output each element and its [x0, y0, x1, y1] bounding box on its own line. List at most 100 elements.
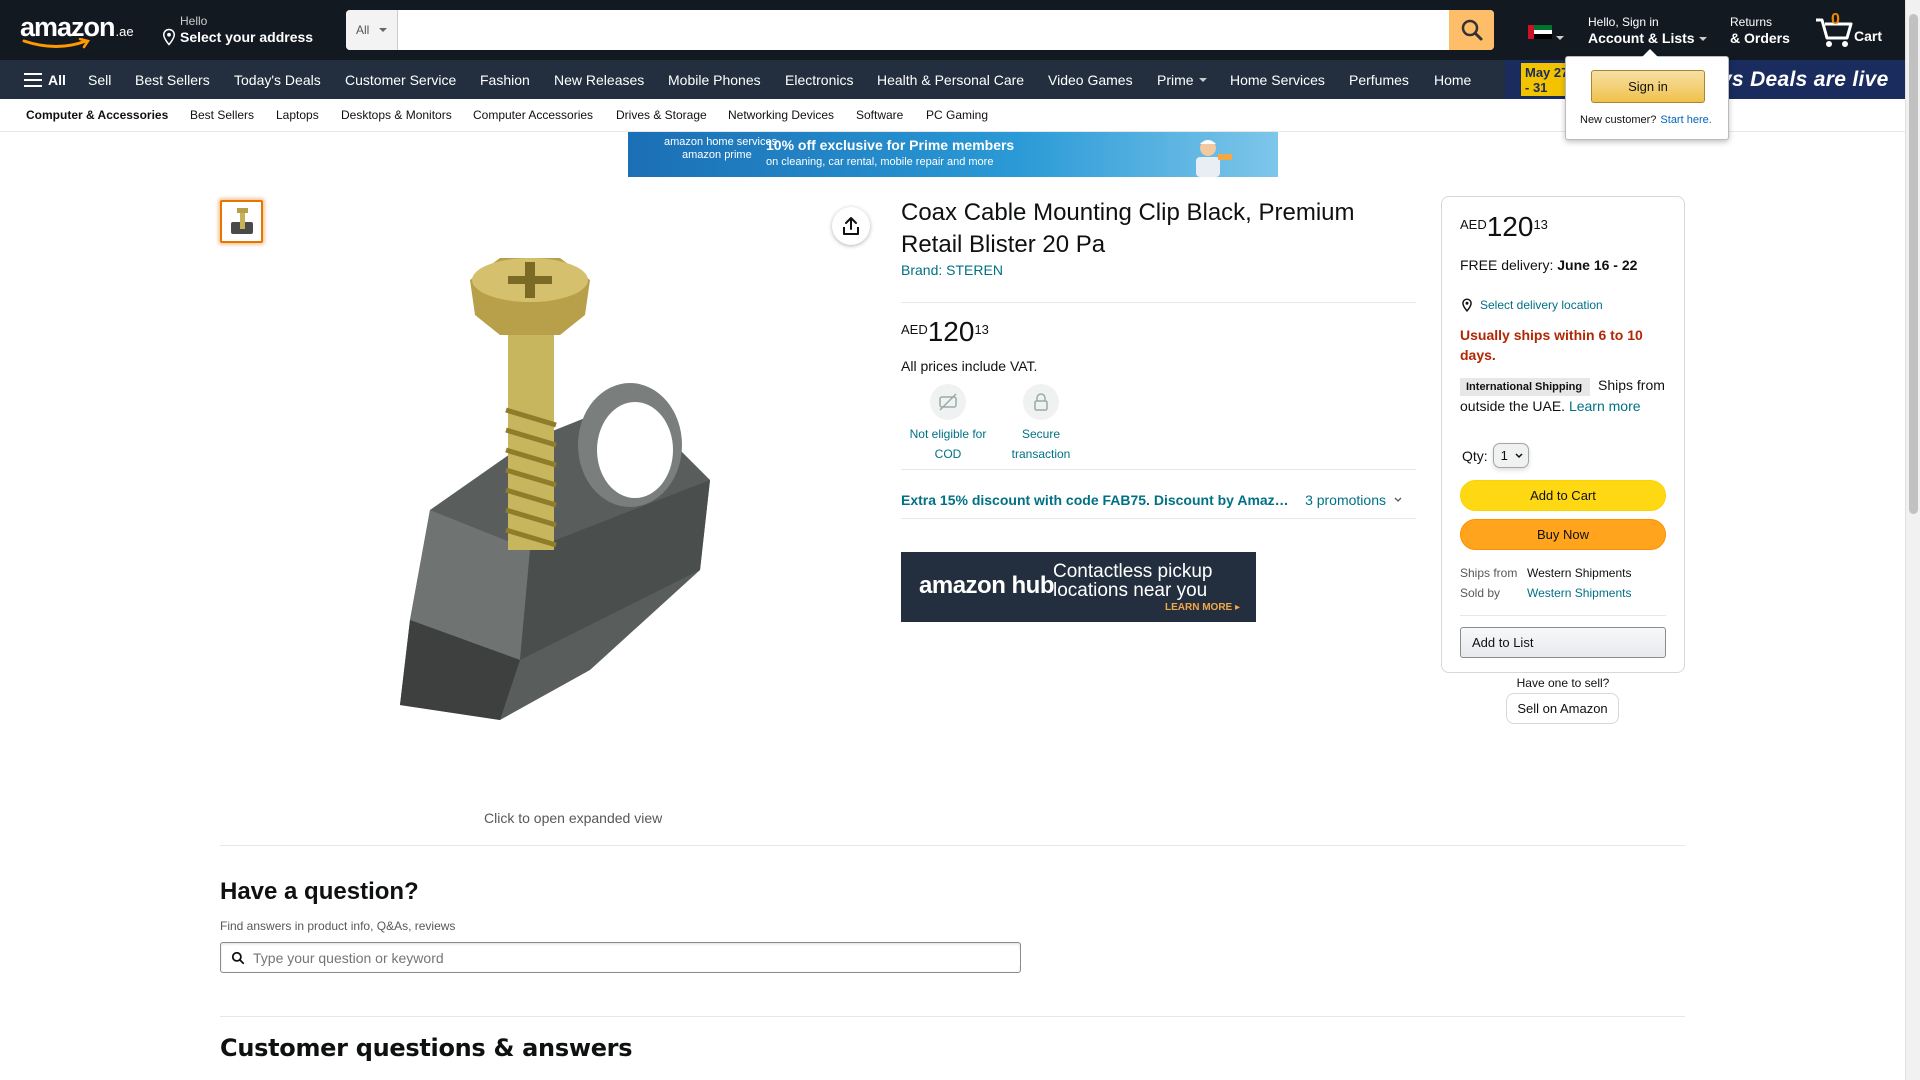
divider — [901, 518, 1416, 519]
divider — [901, 469, 1416, 470]
product-main-image[interactable] — [380, 250, 760, 750]
location-pin-icon — [162, 28, 176, 46]
subnav-item-laptops[interactable]: Laptops — [276, 99, 319, 131]
cart-count: 0 — [1831, 11, 1840, 28]
nav-item-mobile-phones[interactable]: Mobile Phones — [668, 60, 761, 99]
nav-item-new-releases[interactable]: New Releases — [554, 60, 644, 99]
product-title: Coax Cable Mounting Clip Black, Premium … — [901, 199, 1355, 258]
hub-brand: amazon hub — [919, 572, 1055, 599]
divider — [220, 1016, 1685, 1017]
start-here-link[interactable]: Start here. — [1660, 114, 1711, 126]
chevron-down-icon — [1198, 77, 1207, 82]
scrollbar-thumb[interactable] — [1909, 14, 1918, 514]
feature-not-cod-label: Not eligible for COD — [909, 427, 987, 461]
search-category-label: All — [356, 23, 370, 37]
nav-item-home[interactable]: Home — [1434, 60, 1471, 99]
subnav-item-pc-gaming[interactable]: PC Gaming — [926, 99, 988, 131]
all-menu-label: All — [48, 71, 66, 88]
sign-in-button[interactable]: Sign in — [1591, 70, 1705, 103]
nav-item-prime-label: Prime — [1157, 71, 1194, 88]
have-question-heading: Have a question? — [220, 878, 419, 905]
hamburger-icon — [24, 72, 42, 87]
account-greeting: Hello, Sign in — [1588, 15, 1659, 29]
promo-brand-line2: amazon prime — [682, 149, 752, 161]
feature-not-cod[interactable]: Not eligible for COD — [900, 384, 996, 464]
promotion-text[interactable]: Extra 15% discount with code FAB75. Disc… — [901, 492, 1291, 508]
search-button[interactable] — [1449, 10, 1494, 50]
nav-item-health[interactable]: Health & Personal Care — [877, 60, 1024, 99]
add-to-list-button[interactable]: Add to List — [1460, 627, 1666, 658]
no-cod-icon — [930, 384, 966, 420]
amazon-logo[interactable]: amazon.ae — [20, 12, 140, 49]
expand-view-text[interactable]: Click to open expanded view — [484, 810, 662, 826]
subnav-item-software[interactable]: Software — [856, 99, 903, 131]
chevron-down-icon — [1394, 497, 1402, 502]
account-lists[interactable]: Hello, Sign in Account & Lists — [1588, 15, 1707, 47]
add-to-cart-button[interactable]: Add to Cart — [1460, 480, 1666, 511]
home-services-banner[interactable]: amazon home services amazon prime 10% of… — [628, 132, 1278, 177]
subnav-item-computer-accessories[interactable]: Computer Accessories — [473, 99, 593, 131]
language-caret-icon[interactable] — [1556, 36, 1564, 40]
subnav-item-computer-accessories-home[interactable]: Computer & Accessories — [26, 99, 168, 131]
brand-link[interactable]: Brand: STEREN — [901, 262, 1003, 278]
delivery-address[interactable]: Hello Select your address — [160, 14, 313, 46]
all-menu-button[interactable]: All — [24, 60, 66, 99]
chevron-down-icon — [1515, 452, 1523, 458]
subnav-item-desktops-monitors[interactable]: Desktops & Monitors — [341, 99, 452, 131]
nav-item-video-games[interactable]: Video Games — [1048, 60, 1133, 99]
promotion-count: 3 promotions — [1305, 492, 1386, 508]
seller-link[interactable]: Western Shipments — [1527, 586, 1632, 600]
select-location-link[interactable]: Select delivery location — [1460, 298, 1603, 312]
quantity-label: Qty: — [1462, 447, 1488, 464]
nav-item-todays-deals[interactable]: Today's Deals — [234, 60, 321, 99]
amazon-hub-banner[interactable]: amazon hub Contactless pickup locations … — [901, 552, 1256, 622]
learn-more-link[interactable]: Learn more — [1569, 398, 1641, 414]
cart-button[interactable]: 0 Cart — [1812, 10, 1892, 50]
logo-tld: .ae — [115, 24, 134, 39]
price-currency: AED — [901, 322, 928, 337]
question-search-field — [220, 942, 1021, 973]
deals-text: ys Deals are live — [1720, 68, 1889, 91]
subnav-item-drives-storage[interactable]: Drives & Storage — [616, 99, 707, 131]
feature-secure-transaction[interactable]: Secure transaction — [993, 384, 1089, 464]
chevron-down-icon — [379, 28, 388, 32]
price-fraction: 13 — [974, 322, 989, 337]
uae-flag-icon[interactable] — [1528, 25, 1552, 40]
hub-cta: LEARN MORE ▸ — [1165, 602, 1241, 613]
share-button[interactable] — [832, 207, 870, 245]
chevron-down-icon — [1698, 37, 1707, 42]
sold-by-row: Sold by Western Shipments — [1460, 586, 1632, 600]
nav-item-customer-service[interactable]: Customer Service — [345, 60, 456, 99]
page-scrollbar[interactable] — [1905, 0, 1920, 1080]
promo-brand: amazon home services amazon prime — [664, 136, 777, 162]
sell-on-amazon-button[interactable]: Sell on Amazon — [1506, 693, 1619, 724]
have-one-to-sell-text: Have one to sell? — [1516, 676, 1610, 690]
international-shipping-info: International Shipping Ships from outsid… — [1460, 375, 1670, 416]
quantity-dropdown[interactable]: 1 — [1492, 443, 1529, 468]
nav-item-sell[interactable]: Sell — [88, 60, 111, 99]
customer-qa-heading: Customer questions & answers — [220, 1034, 633, 1062]
question-search-input[interactable] — [253, 949, 1020, 966]
product-thumbnail[interactable] — [220, 200, 263, 243]
buy-now-button[interactable]: Buy Now — [1460, 519, 1666, 550]
search-category-dropdown[interactable]: All — [346, 10, 398, 50]
nav-item-electronics[interactable]: Electronics — [785, 60, 853, 99]
returns-orders[interactable]: Returns & Orders — [1730, 15, 1790, 47]
nav-item-fashion[interactable]: Fashion — [480, 60, 530, 99]
nav-item-prime[interactable]: Prime — [1157, 60, 1207, 99]
buy-box: AED 120 13 FREE delivery: June 16 - 22 S… — [1441, 196, 1685, 673]
search-input[interactable] — [398, 10, 1449, 50]
cart-label: Cart — [1854, 28, 1883, 44]
nav-item-perfumes[interactable]: Perfumes — [1349, 60, 1409, 99]
promotions-row[interactable]: Extra 15% discount with code FAB75. Disc… — [901, 492, 1416, 508]
price-currency: AED — [1460, 217, 1487, 232]
product-thumbnail-image — [230, 207, 253, 234]
price-fraction: 13 — [1533, 217, 1548, 232]
nav-item-best-sellers[interactable]: Best Sellers — [135, 60, 210, 99]
promo-brand-line1: amazon home services — [664, 136, 778, 148]
subnav-item-best-sellers[interactable]: Best Sellers — [190, 99, 254, 131]
subnav-item-networking[interactable]: Networking Devices — [728, 99, 834, 131]
nav-item-home-services[interactable]: Home Services — [1230, 60, 1325, 99]
search-icon — [231, 951, 245, 964]
returns-label: Returns — [1730, 15, 1773, 29]
